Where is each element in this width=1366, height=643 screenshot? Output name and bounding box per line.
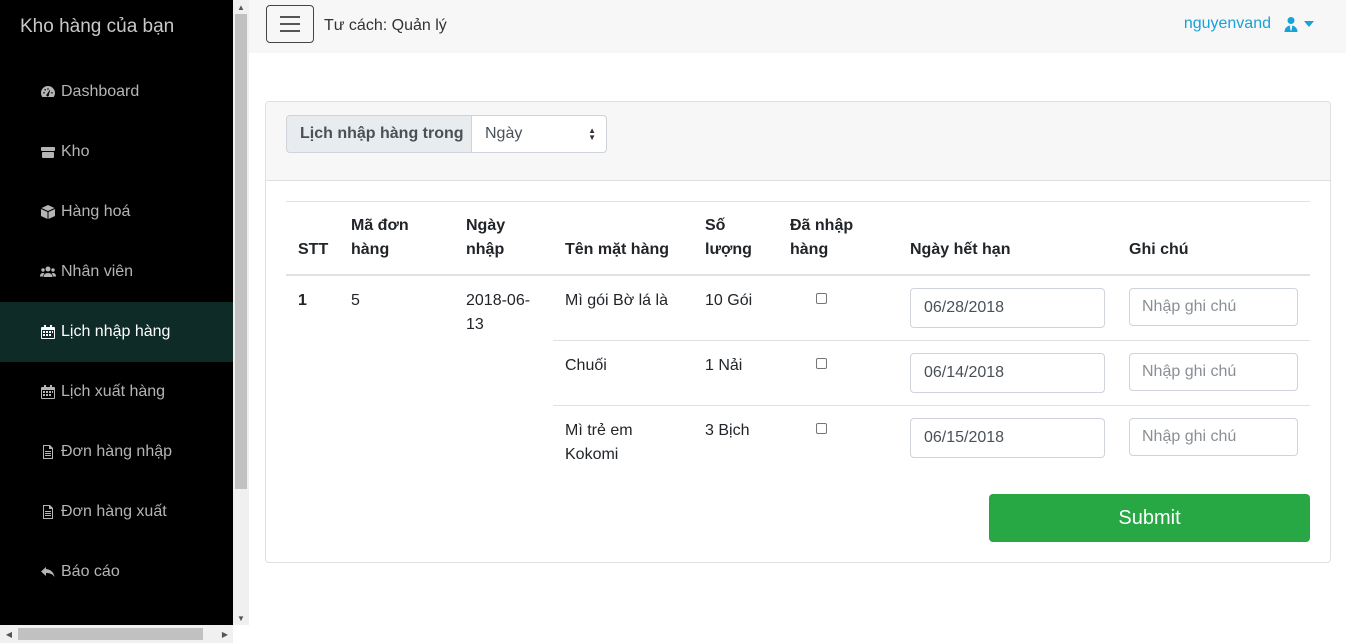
sidebar-item-label: Dashboard <box>61 83 140 100</box>
note-input[interactable]: Nhập ghi chú <box>1129 418 1298 456</box>
horizontal-scrollbar[interactable]: ◀ ▶ <box>0 625 233 643</box>
sidebar-item-lich-xuat-hang[interactable]: Lịch xuất hàng <box>0 362 233 422</box>
sidebar-item-label: Đơn hàng xuất <box>61 503 167 520</box>
scrollbar-thumb[interactable] <box>18 628 203 640</box>
users-icon <box>40 264 56 280</box>
top-navbar: Tư cách: Quản lý nguyenvand <box>249 0 1346 53</box>
item-name: Mì gói Bờ lá là <box>565 292 668 309</box>
item-name-line: Kokomi <box>565 446 619 463</box>
user-tie-icon <box>1283 16 1299 32</box>
cube-icon <box>40 204 56 220</box>
col-header-da-nhap-hang: Đã nhập hàng <box>790 214 853 262</box>
sidebar-item-nhan-vien[interactable]: Nhân viên <box>0 242 233 302</box>
hamburger-icon <box>280 23 300 25</box>
order-date: 2018-06- 13 <box>466 289 530 337</box>
tachometer-icon <box>40 84 56 100</box>
table-top-border <box>286 201 1310 202</box>
select-arrows-icon: ▲ ▼ <box>588 126 596 142</box>
sidebar-item-don-hang-nhap[interactable]: Đơn hàng nhập <box>0 422 233 482</box>
sidebar: Kho hàng của bạn Dashboard Kho Hàng hoá … <box>0 0 233 625</box>
note-input[interactable]: Nhập ghi chú <box>1129 288 1298 326</box>
sidebar-item-lich-nhap-hang[interactable]: Lịch nhập hàng <box>0 302 233 362</box>
sidebar-item-don-hang-xuat[interactable]: Đơn hàng xuất <box>0 482 233 542</box>
scrollbar-thumb[interactable] <box>235 14 247 489</box>
item-quantity: 3 Bịch <box>705 422 750 439</box>
row-divider <box>553 340 1310 341</box>
calendar-icon <box>40 384 56 400</box>
file-icon <box>40 504 56 520</box>
hamburger-icon <box>280 16 300 18</box>
sidebar-item-label: Lịch xuất hàng <box>61 383 166 400</box>
menu-toggle-button[interactable] <box>266 5 314 43</box>
header-line: Đã nhập <box>790 217 854 234</box>
item-quantity: 10 Gói <box>705 292 753 309</box>
item-quantity: 1 Nải <box>705 357 743 374</box>
received-checkbox[interactable] <box>816 293 827 304</box>
col-header-stt: STT <box>298 241 329 258</box>
period-select-value: Ngày <box>485 125 523 142</box>
expiry-date-input[interactable]: 06/28/2018 <box>910 288 1105 328</box>
vertical-scrollbar[interactable]: ▲ ▼ <box>233 0 249 625</box>
scroll-left-icon[interactable]: ◀ <box>2 625 16 643</box>
received-checkbox[interactable] <box>816 423 827 434</box>
reply-icon <box>40 564 56 580</box>
period-select[interactable]: Ngày ▲ ▼ <box>472 115 607 153</box>
header-line: Số <box>705 217 726 234</box>
sidebar-item-dashboard[interactable]: Dashboard <box>0 62 233 122</box>
col-header-ngay-het-han: Ngày hết hạn <box>910 241 1011 258</box>
scroll-right-icon[interactable]: ▶ <box>218 625 232 643</box>
note-input[interactable]: Nhập ghi chú <box>1129 353 1298 391</box>
sidebar-item-hang-hoa[interactable]: Hàng hoá <box>0 182 233 242</box>
sidebar-item-kho[interactable]: Kho <box>0 122 233 182</box>
sidebar-item-label: Hàng hoá <box>61 203 131 220</box>
item-name: Mì trẻ em Kokomi <box>565 419 633 467</box>
col-header-ngay-nhap: Ngày nhập <box>466 214 505 262</box>
filter-label: Lịch nhập hàng trong <box>286 115 472 153</box>
col-header-ma-don-hang: Mã đơn hàng <box>351 214 409 262</box>
order-date-line: 2018-06- <box>466 292 531 309</box>
header-line: nhập <box>466 241 505 258</box>
order-id: 5 <box>351 292 360 309</box>
header-line: Ngày <box>466 217 506 234</box>
sidebar-item-label: Nhân viên <box>61 263 134 280</box>
header-line: lượng <box>705 241 752 258</box>
expiry-date-input[interactable]: 06/15/2018 <box>910 418 1105 458</box>
table-header-border <box>286 274 1310 276</box>
sidebar-item-bao-cao[interactable]: Báo cáo <box>0 542 233 602</box>
username: nguyenvand <box>1183 15 1271 32</box>
file-icon <box>40 444 56 460</box>
item-name-line: Mì trẻ em <box>565 422 633 439</box>
calendar-icon <box>40 324 56 340</box>
submit-button[interactable]: Submit <box>989 494 1310 542</box>
expiry-date-input[interactable]: 06/14/2018 <box>910 353 1105 393</box>
received-checkbox[interactable] <box>816 358 827 369</box>
page-bottom <box>233 625 1366 643</box>
sidebar-item-label: Kho <box>61 143 90 160</box>
order-stt: 1 <box>298 292 307 309</box>
hamburger-icon <box>280 30 300 32</box>
col-header-ten-mat-hang: Tên mặt hàng <box>565 241 670 258</box>
schedule-card: Lịch nhập hàng trong Ngày ▲ ▼ STT Mã đơn … <box>265 101 1331 563</box>
user-dropdown[interactable]: nguyenvand <box>1184 15 1314 33</box>
scroll-up-icon[interactable]: ▲ <box>233 0 249 14</box>
item-name: Chuối <box>565 357 607 374</box>
brand-title[interactable]: Kho hàng của bạn <box>20 16 174 38</box>
header-line: Mã đơn <box>351 217 409 234</box>
sidebar-item-label: Báo cáo <box>61 563 120 580</box>
card-header: Lịch nhập hàng trong Ngày ▲ ▼ <box>266 102 1330 181</box>
sidebar-item-label: Đơn hàng nhập <box>61 443 173 460</box>
header-line: hàng <box>351 241 390 258</box>
col-header-so-luong: Số lượng <box>705 214 752 262</box>
row-divider <box>553 405 1310 406</box>
caret-down-icon <box>1304 21 1314 27</box>
header-line: hàng <box>790 241 829 258</box>
sidebar-item-label: Lịch nhập hàng <box>61 323 171 340</box>
archive-icon <box>40 144 56 160</box>
user-role: Tư cách: Quản lý <box>324 17 447 34</box>
order-date-line: 13 <box>466 316 484 333</box>
col-header-ghi-chu: Ghi chú <box>1129 241 1189 258</box>
scroll-down-icon[interactable]: ▼ <box>233 611 249 625</box>
